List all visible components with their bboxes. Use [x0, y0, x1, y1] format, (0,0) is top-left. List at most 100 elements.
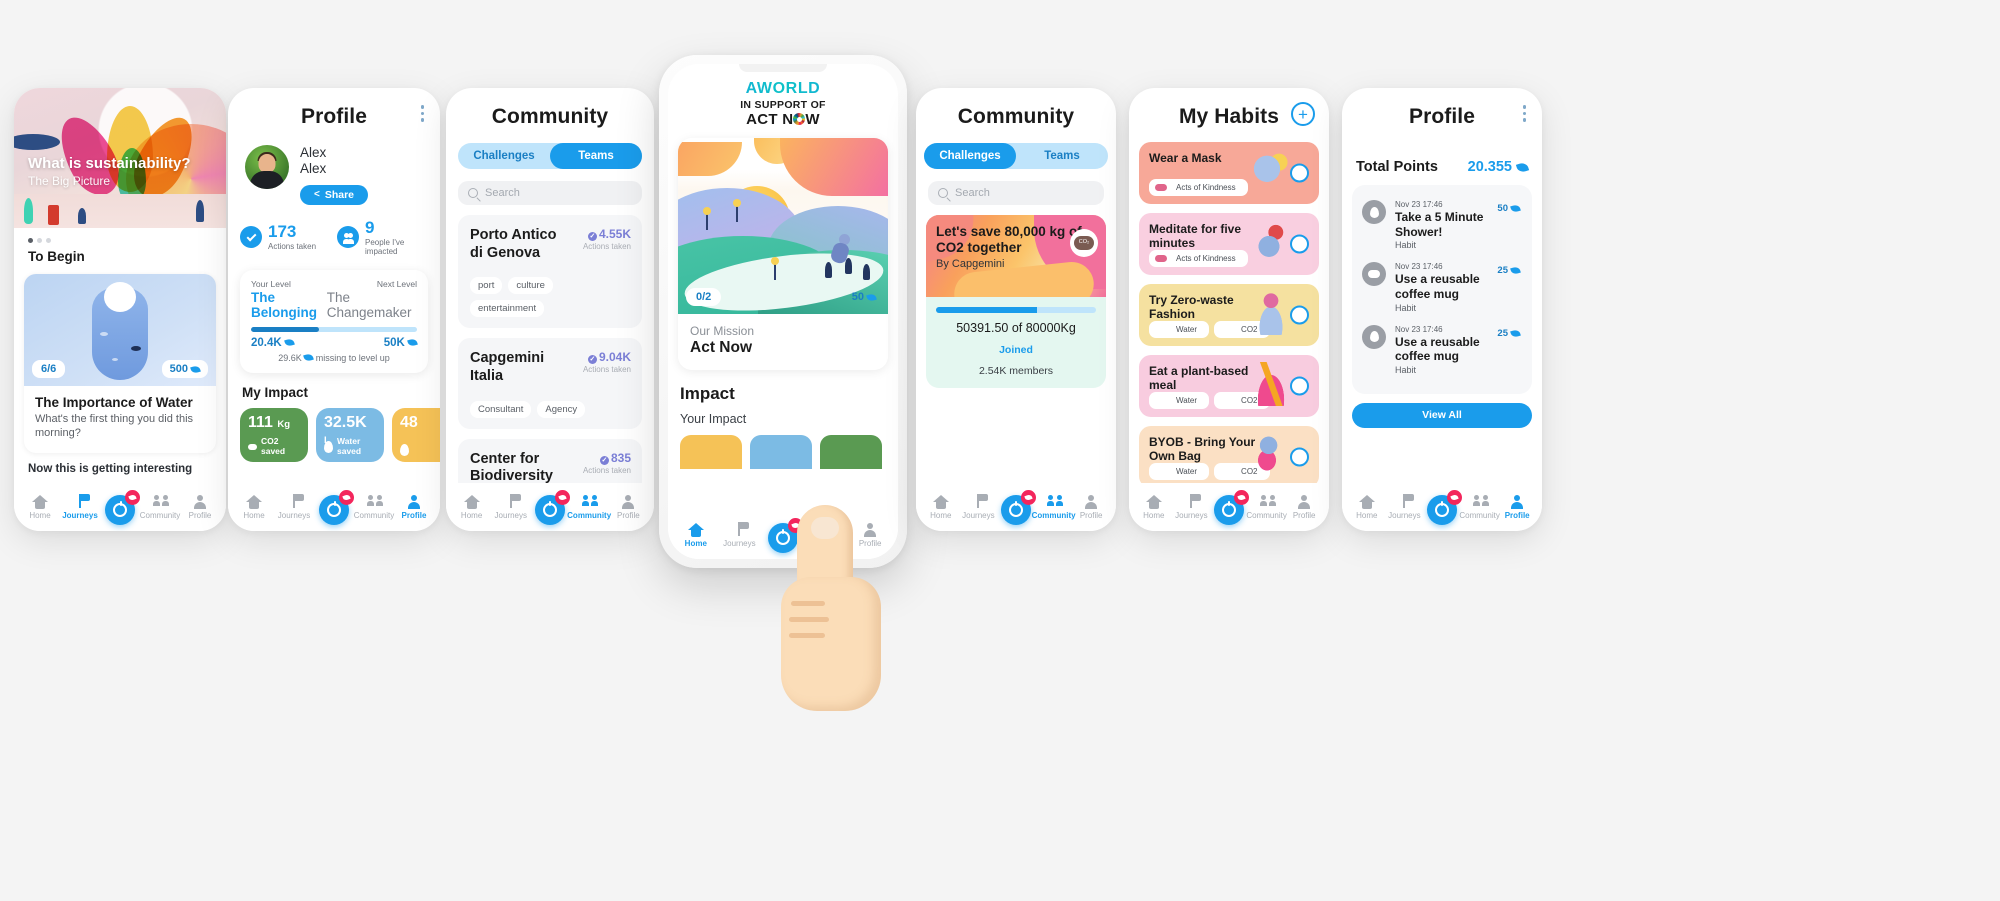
habit-check-toggle[interactable] [1290, 305, 1309, 325]
impact-card-third[interactable]: 48 [392, 407, 440, 462]
add-action-fab[interactable] [1426, 490, 1462, 525]
impact-co2-label: CO2 saved [248, 437, 285, 456]
nav-home[interactable]: Home [1348, 494, 1386, 520]
nav-journeys[interactable]: Journeys [60, 494, 100, 520]
nav-action-button[interactable] [314, 490, 354, 525]
tab-teams[interactable]: Teams [550, 143, 642, 169]
bottom-nav-screen2: Home Journeys Community Profile [228, 483, 440, 531]
nav-home[interactable]: Home [452, 494, 491, 520]
nav-profile[interactable]: Profile [609, 494, 648, 520]
habit-row[interactable]: Eat a plant-based meal Water CO2 [1139, 355, 1319, 417]
add-action-fab[interactable] [319, 490, 354, 525]
dot-1[interactable] [28, 238, 33, 243]
nav-home[interactable]: Home [20, 494, 60, 520]
nav-profile[interactable]: Profile [180, 494, 220, 520]
nav-community[interactable]: Community [140, 494, 180, 520]
journey-card-body: The Importance of Water What's the first… [24, 386, 216, 453]
challenge-card[interactable]: Let's save 80,000 kg of CO2 together By … [926, 215, 1106, 388]
impact-heading: Impact [680, 384, 735, 403]
nav-profile[interactable]: Profile [1072, 494, 1110, 520]
nav-journeys[interactable]: Journeys [274, 494, 314, 520]
dot-2[interactable] [37, 238, 42, 243]
habit-check-toggle[interactable] [1290, 447, 1309, 467]
current-points: 20.4K [251, 337, 295, 349]
nav-journeys[interactable]: Journeys [1386, 494, 1424, 520]
tab-teams[interactable]: Teams [1016, 143, 1108, 169]
plus-circle-icon[interactable]: + [1291, 102, 1315, 126]
notification-badge [125, 490, 140, 505]
nav-profile[interactable]: Profile [1498, 494, 1536, 520]
nav-action-button[interactable] [1210, 490, 1249, 525]
nav-journeys[interactable]: Journeys [1173, 494, 1211, 520]
page-title: Community [957, 105, 1075, 128]
nav-community[interactable]: Community [354, 494, 394, 520]
habit-name: Try Zero-waste Fashion [1149, 293, 1234, 322]
add-action-fab[interactable] [1000, 490, 1036, 525]
avatar[interactable] [245, 145, 289, 189]
journey-card[interactable]: 6/6 500 The Importance of Water What's t… [24, 274, 216, 453]
search-input[interactable]: Search [458, 181, 642, 205]
habit-row[interactable]: Try Zero-waste Fashion Water CO2 [1139, 284, 1319, 346]
nav-community[interactable]: Community [1459, 494, 1500, 520]
level-progress-card[interactable]: Your Level Next Level The Belonging The … [240, 269, 428, 373]
habit-row[interactable]: Meditate for five minutes Acts of Kindne… [1139, 213, 1319, 275]
nav-profile[interactable]: Profile [1285, 494, 1323, 520]
habit-check-toggle[interactable] [1290, 163, 1309, 183]
search-input[interactable]: Search [928, 181, 1104, 205]
mission-card[interactable]: 0/2 50 Our Mission Act Now [678, 138, 888, 370]
add-action-fab[interactable] [105, 490, 140, 525]
nav-journeys[interactable]: Journeys [718, 522, 762, 548]
habit-check-toggle[interactable] [1290, 234, 1309, 254]
nav-journeys[interactable]: Journeys [960, 494, 998, 520]
habit-check-toggle[interactable] [1290, 376, 1309, 396]
water-drop-icon [1155, 325, 1167, 334]
nav-action-button[interactable] [100, 490, 140, 525]
tab-challenges[interactable]: Challenges [458, 143, 550, 169]
nav-home[interactable]: Home [1135, 494, 1173, 520]
challenge-banner: Let's save 80,000 kg of CO2 together By … [926, 215, 1106, 297]
nav-journeys[interactable]: Journeys [491, 494, 530, 520]
add-action-fab[interactable] [1213, 490, 1249, 525]
nav-community[interactable]: Community [1032, 494, 1076, 520]
view-all-button[interactable]: View All [1352, 402, 1532, 428]
impact-card-water[interactable]: 32.5K L Watersaved [316, 407, 384, 462]
activity-row[interactable]: Nov 23 17:46 Take a 5 Minute Shower! Hab… [1362, 195, 1522, 257]
impact-chip-water[interactable] [750, 435, 812, 469]
carousel-dots[interactable] [14, 228, 226, 243]
nav-community[interactable]: Community [567, 494, 611, 520]
share-button[interactable]: < Share [300, 184, 369, 205]
leaf-icon [1510, 266, 1521, 276]
activity-date: Nov 23 17:46 [1395, 324, 1443, 334]
nav-profile[interactable]: Profile [394, 494, 434, 520]
impact-chip-co2[interactable] [820, 435, 882, 469]
habit-row[interactable]: Wear a Mask Acts of Kindness [1139, 142, 1319, 204]
nav-action-button[interactable] [530, 490, 570, 525]
challenge-status[interactable]: Joined [926, 344, 1106, 356]
nav-home[interactable]: Home [234, 494, 274, 520]
nav-action-button[interactable] [997, 490, 1036, 525]
nav-home[interactable]: Home [922, 494, 960, 520]
impact-card-co2[interactable]: 111 Kg CO2 saved [240, 407, 308, 462]
verified-icon: ✓ [599, 455, 609, 465]
tab-challenges[interactable]: Challenges [924, 143, 1016, 169]
page-title: Profile [1408, 105, 1476, 128]
nav-home[interactable]: Home [674, 522, 718, 548]
heart-icon [1155, 184, 1167, 191]
nav-journeys-label: Journeys [494, 511, 528, 520]
more-options-icon[interactable] [1522, 105, 1526, 122]
journey-hero-banner[interactable]: What is sustainability? The Big Picture [14, 88, 226, 228]
team-row[interactable]: Porto Antico di Genova port culture ente… [458, 215, 642, 329]
nav-home-label: Home [930, 511, 952, 520]
nav-action-button[interactable] [1423, 490, 1462, 525]
team-row[interactable]: Capgemini Italia Consultant Agency ✓ 9.04… [458, 338, 642, 429]
dot-3[interactable] [46, 238, 51, 243]
nav-community[interactable]: Community [1246, 494, 1287, 520]
more-options-icon[interactable] [420, 105, 424, 122]
impact-chip-energy[interactable] [680, 435, 742, 469]
add-action-fab[interactable] [534, 490, 570, 525]
activity-row[interactable]: Nov 23 17:46 Use a reusable coffee mug H… [1362, 257, 1522, 319]
habit-row[interactable]: BYOB - Bring Your Own Bag Water CO2 [1139, 426, 1319, 488]
nav-community-label: Community [1459, 511, 1500, 520]
activity-row[interactable]: Nov 23 17:46 Use a reusable coffee mug H… [1362, 320, 1522, 382]
heart-icon [1155, 255, 1167, 262]
